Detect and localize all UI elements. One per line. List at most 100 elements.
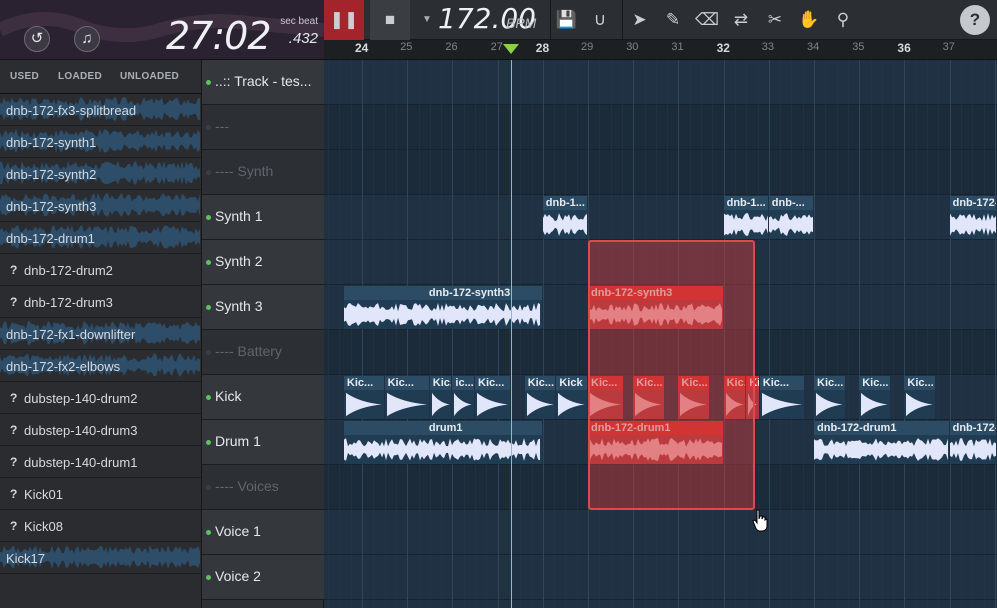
waveform: [949, 213, 996, 236]
file-item[interactable]: ? dubstep-140-drum1: [0, 446, 201, 478]
file-item[interactable]: dnb-172-fx1-downlifter: [0, 318, 201, 350]
track-header[interactable]: Kick: [202, 375, 324, 420]
track-header[interactable]: ---- Synth: [202, 150, 324, 195]
audio-clip[interactable]: Kic...: [759, 376, 804, 419]
grid-line: [497, 60, 499, 608]
file-item[interactable]: ? dubstep-140-drum2: [0, 382, 201, 414]
file-item[interactable]: dnb-172-drum1: [0, 222, 201, 254]
file-item[interactable]: ? dubstep-140-drum3: [0, 414, 201, 446]
search-icon[interactable]: ⚲: [826, 0, 860, 40]
audio-clip[interactable]: dnb-1...: [723, 196, 768, 239]
music-note-icon[interactable]: ♫: [74, 26, 100, 52]
magnet-icon[interactable]: ∪: [582, 0, 618, 40]
track-status-dot[interactable]: [206, 80, 211, 85]
track-status-dot[interactable]: [206, 260, 211, 265]
clip-label: dnb-1...: [542, 196, 587, 210]
track-lane[interactable]: [324, 510, 997, 555]
stop-button[interactable]: ■: [370, 0, 410, 40]
timeline-ruler[interactable]: 24 25 26 27 28 29 30 31 32 33 34 35 36 37: [324, 40, 997, 60]
scissors-icon[interactable]: ✂: [758, 0, 792, 40]
file-item[interactable]: dnb-172-synth3: [0, 190, 201, 222]
track-header[interactable]: ---: [202, 105, 324, 150]
waveform: [526, 392, 554, 417]
audio-clip[interactable]: Kic...: [429, 376, 452, 419]
file-item[interactable]: dnb-172-fx3-splitbread: [0, 94, 201, 126]
file-item[interactable]: dnb-172-fx2-elbows: [0, 350, 201, 382]
pointer-icon[interactable]: ➤: [622, 0, 656, 40]
file-item[interactable]: Kick17: [0, 542, 201, 574]
audio-clip[interactable]: Kic...: [524, 376, 556, 419]
audio-clip[interactable]: Kic...: [384, 376, 429, 419]
track-status-dot[interactable]: [206, 575, 211, 580]
audio-clip[interactable]: Kic...: [475, 376, 511, 419]
undo-icon[interactable]: ↺: [24, 26, 50, 52]
audio-clip[interactable]: Kic...: [343, 376, 384, 419]
track-status-dot[interactable]: [206, 485, 211, 490]
grid-line: [520, 60, 522, 608]
timeline-area[interactable]: dnb-1... dnb-1... dnb-... dnb-172- dnb-172-s…: [324, 60, 997, 608]
track-status-dot[interactable]: [206, 350, 211, 355]
eraser-icon[interactable]: ⌫: [690, 0, 724, 40]
tab-unloaded[interactable]: UNLOADED: [120, 71, 179, 82]
file-item[interactable]: ? dnb-172-drum3: [0, 286, 201, 318]
track-status-dot[interactable]: [206, 305, 211, 310]
file-item[interactable]: dnb-172-synth1: [0, 126, 201, 158]
track-status-dot[interactable]: [206, 440, 211, 445]
tab-loaded[interactable]: LOADED: [58, 71, 102, 82]
ruler-tick: 35: [852, 41, 865, 53]
brush-icon[interactable]: ✎: [656, 0, 690, 40]
audio-clip[interactable]: dnb-1...: [542, 196, 587, 239]
ruler-tick: 34: [807, 41, 820, 53]
track-lane[interactable]: [324, 195, 997, 240]
track-header[interactable]: Synth 2: [202, 240, 324, 285]
pause-button[interactable]: ❚❚: [324, 0, 364, 40]
file-item[interactable]: ? Kick08: [0, 510, 201, 542]
bpm-control[interactable]: ▼ 172.00 BPM: [420, 0, 540, 40]
audio-clip[interactable]: Kick: [556, 376, 587, 419]
track-header[interactable]: ---- Battery: [202, 330, 324, 375]
playhead-marker[interactable]: [503, 44, 520, 54]
track-header[interactable]: Synth 3: [202, 285, 324, 330]
track-header[interactable]: ---- Voices: [202, 465, 324, 510]
help-icon[interactable]: ?: [960, 5, 990, 35]
save-icon[interactable]: 💾: [550, 0, 582, 40]
audio-clip[interactable]: dnb-172-: [949, 421, 996, 464]
audio-clip[interactable]: ic...: [452, 376, 474, 419]
waveform: [386, 392, 427, 417]
grid-line: [429, 60, 431, 608]
audio-clip[interactable]: Kic...: [814, 376, 845, 419]
audio-clip[interactable]: dnb-...: [768, 196, 813, 239]
track-status-dot[interactable]: [206, 530, 211, 535]
track-header[interactable]: Voice 1: [202, 510, 324, 555]
waveform: [861, 392, 888, 417]
audio-clip[interactable]: dnb-172-: [949, 196, 996, 239]
ruler-tick: 36: [897, 41, 911, 55]
file-item[interactable]: ? dnb-172-drum2: [0, 254, 201, 286]
audio-clip[interactable]: Kic...: [859, 376, 890, 419]
grid-line: [373, 60, 375, 608]
grid-line: [418, 60, 420, 608]
track-status-dot[interactable]: [206, 395, 211, 400]
track-lane[interactable]: [324, 555, 997, 600]
track-header[interactable]: ..:: Track - tes...: [202, 60, 324, 105]
clip-label: Kic...: [524, 376, 556, 390]
file-item[interactable]: ? Kick01: [0, 478, 201, 510]
track-status-dot[interactable]: [206, 170, 211, 175]
selection-box[interactable]: [588, 240, 756, 510]
hand-icon[interactable]: ✋: [792, 0, 826, 40]
tab-used[interactable]: USED: [10, 71, 39, 82]
track-header[interactable]: Voice 2: [202, 555, 324, 600]
audio-clip[interactable]: dnb-172-drum1: [814, 421, 949, 464]
grid-line: [825, 60, 827, 608]
track-lane[interactable]: [324, 150, 997, 195]
file-name: dubstep-140-drum3: [24, 423, 138, 438]
track-lane[interactable]: [324, 105, 997, 150]
track-header[interactable]: Synth 1: [202, 195, 324, 240]
audio-clip[interactable]: Kic...: [904, 376, 936, 419]
track-status-dot[interactable]: [206, 125, 211, 130]
track-status-dot[interactable]: [206, 215, 211, 220]
swap-icon[interactable]: ⇄: [724, 0, 758, 40]
track-lane[interactable]: [324, 60, 997, 105]
track-header[interactable]: Drum 1: [202, 420, 324, 465]
file-item[interactable]: dnb-172-synth2: [0, 158, 201, 190]
